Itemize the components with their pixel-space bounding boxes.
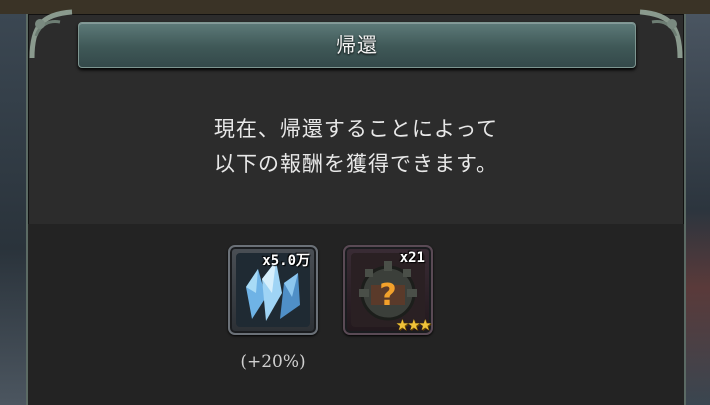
reward-count: x21: [399, 250, 425, 266]
star-rating: ★★★: [395, 316, 432, 334]
reward-item-mystery[interactable]: ? x21 ★★★: [343, 245, 433, 335]
message-line-1: 現在、帰還することによって: [213, 117, 499, 141]
background-hud: [0, 0, 710, 14]
svg-text:?: ?: [379, 278, 396, 313]
ornament-corner-icon: [29, 9, 73, 59]
title-bar: 帰還: [78, 22, 636, 68]
return-dialog: 帰還 現在、帰還することによって 以下の報酬を獲得できます。: [26, 9, 686, 405]
ornament-corner-icon: [639, 9, 683, 59]
reward-item-crystal[interactable]: x5.0万: [228, 245, 318, 335]
reward-count: x5.0万: [262, 253, 310, 269]
game-screen: 帰還 現在、帰還することによって 以下の報酬を獲得できます。 x5.0万 (+2…: [0, 0, 710, 405]
reward-bonus-label: (+20%): [240, 352, 306, 372]
dialog-title: 帰還: [336, 33, 378, 57]
message-line-2: 以下の報酬を獲得できます。: [214, 152, 498, 176]
background-left: [0, 14, 28, 405]
